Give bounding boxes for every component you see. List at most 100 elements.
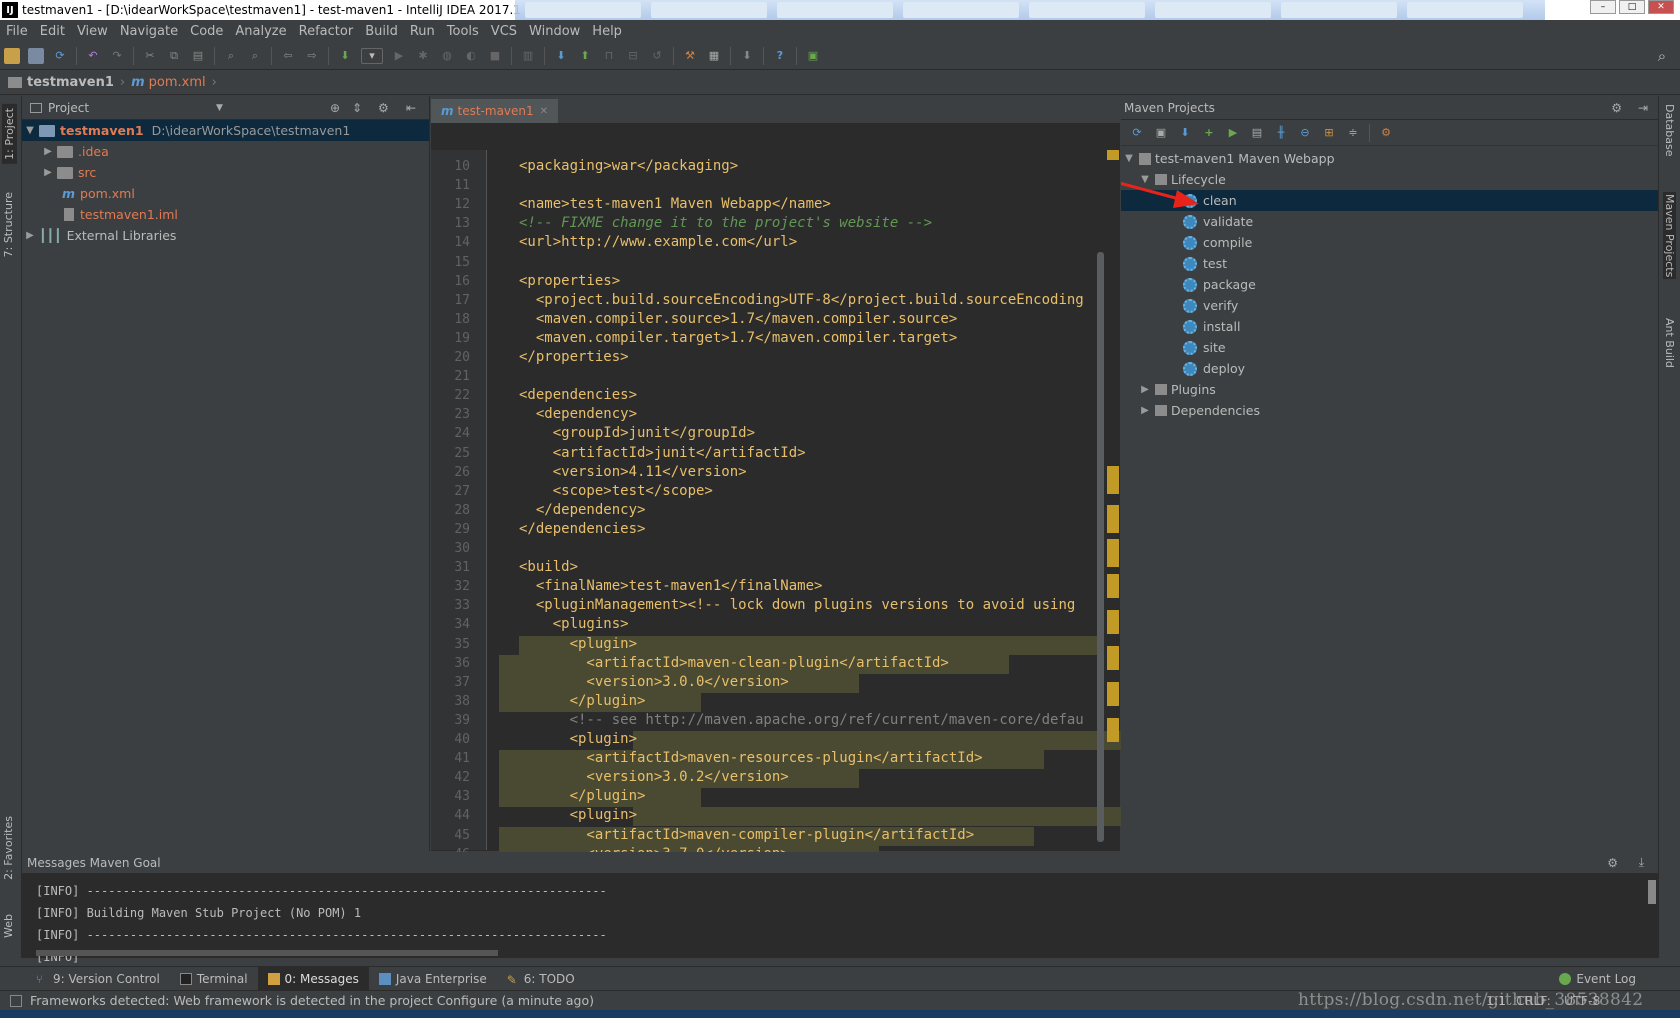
open-folder-icon[interactable] (4, 47, 20, 64)
maven-dependencies-node[interactable]: ▶ Dependencies (1121, 400, 1658, 421)
sdk-icon[interactable]: ⬇ (739, 48, 755, 64)
tree-root[interactable]: ▼ testmaven1 D:\idearWorkSpace\testmaven… (22, 120, 429, 141)
tool-tab-structure[interactable]: 7: Structure (2, 192, 15, 257)
maven-project-node[interactable]: ▼ test-maven1 Maven Webapp (1121, 148, 1658, 169)
breadcrumb-project[interactable]: testmaven1 (27, 75, 114, 90)
code-line[interactable]: <groupId>junit</groupId> (519, 425, 755, 441)
locate-icon[interactable]: ⊕ (330, 101, 340, 115)
maven-goal-package[interactable]: package (1121, 274, 1658, 295)
messages-hscrollbar[interactable] (36, 950, 498, 956)
expanded-arrow-icon[interactable]: ▼ (1123, 153, 1135, 164)
collapsed-arrow-icon[interactable]: ▶ (42, 146, 54, 157)
close-window-button[interactable]: ✕ (1648, 0, 1674, 14)
code-line[interactable]: <pluginManagement><!-- lock down plugins… (519, 597, 1075, 613)
menu-vcs[interactable]: VCS (491, 24, 517, 39)
maven-goal-clean[interactable]: clean (1121, 190, 1658, 211)
cut-icon[interactable]: ✂ (142, 48, 158, 64)
code-line[interactable]: <version>3.0.2</version> (519, 769, 788, 785)
copy-icon[interactable]: ⧉ (166, 48, 182, 64)
code-line[interactable]: <url>http://www.example.com</url> (519, 234, 797, 250)
plugin-icon[interactable]: ▣ (805, 48, 821, 64)
show-dependencies-icon[interactable]: ⊞ (1321, 125, 1337, 141)
code-line[interactable]: <scope>test</scope> (519, 483, 713, 499)
maven-goal-install[interactable]: install (1121, 316, 1658, 337)
collapse-all-icon[interactable]: ≑ (1345, 125, 1361, 141)
back-icon[interactable]: ⇦ (280, 48, 296, 64)
replace-icon[interactable]: ⌕ (247, 48, 263, 64)
breadcrumb-file[interactable]: pom.xml (149, 75, 206, 90)
settings-icon[interactable]: ⚒ (682, 48, 698, 64)
tab-version-control[interactable]: ⑂ 9: Version Control (26, 967, 170, 991)
tool-tab-database[interactable]: Database (1663, 104, 1676, 157)
reimport-icon[interactable]: ⟳ (1129, 125, 1145, 141)
collapsed-arrow-icon[interactable]: ▶ (1139, 405, 1151, 416)
change-marker[interactable] (1107, 682, 1119, 706)
code-line[interactable]: <artifactId>junit</artifactId> (519, 445, 806, 461)
maven-goal-compile[interactable]: compile (1121, 232, 1658, 253)
tab-messages[interactable]: 0: Messages (257, 966, 369, 991)
menu-refactor[interactable]: Refactor (299, 24, 354, 39)
change-marker[interactable] (1107, 539, 1119, 567)
collapsed-arrow-icon[interactable]: ▶ (1139, 384, 1151, 395)
hide-icon[interactable]: ⤓ (1639, 855, 1644, 870)
coverage-report-icon[interactable]: ▥ (520, 48, 536, 64)
toggle-offline-icon[interactable]: ╫ (1273, 125, 1289, 141)
add-icon[interactable]: + (1201, 125, 1217, 141)
event-log-button[interactable]: Event Log (1549, 967, 1646, 991)
code-line[interactable]: <dependency> (519, 406, 637, 422)
run-config-icon[interactable]: ▤ (1249, 125, 1265, 141)
menu-view[interactable]: View (77, 24, 108, 39)
tree-item-src[interactable]: ▶ src (22, 162, 429, 183)
run-config-dropdown[interactable]: ▾ (361, 47, 383, 64)
status-message[interactable]: Frameworks detected: Web framework is de… (30, 993, 594, 1008)
maven-settings-icon[interactable]: ⚙ (1378, 125, 1394, 141)
code-line[interactable]: </dependencies> (519, 521, 645, 537)
menu-window[interactable]: Window (529, 24, 580, 39)
code-line[interactable]: <dependencies> (519, 387, 637, 403)
tool-tab-web[interactable]: Web (2, 914, 15, 938)
collapsed-arrow-icon[interactable]: ▶ (24, 230, 36, 241)
vcs-revert-icon[interactable]: ↺ (649, 48, 665, 64)
change-marker[interactable] (1107, 646, 1119, 670)
debug-icon[interactable]: ✱ (415, 48, 431, 64)
menu-build[interactable]: Build (365, 24, 398, 39)
vcs-update-icon[interactable]: ⬇ (553, 48, 569, 64)
expanded-arrow-icon[interactable]: ▼ (24, 125, 36, 136)
code-line[interactable]: <maven.compiler.target>1.7</maven.compil… (519, 330, 957, 346)
maven-goal-verify[interactable]: verify (1121, 295, 1658, 316)
hide-icon[interactable]: ⇥ (1638, 101, 1648, 115)
gear-icon[interactable]: ⚙ (1611, 101, 1622, 115)
build-icon[interactable]: ⬇ (337, 48, 353, 64)
project-structure-icon[interactable]: ▦ (706, 48, 722, 64)
collapse-icon[interactable]: ⇕ (352, 101, 362, 115)
tree-item-pom[interactable]: m pom.xml (22, 183, 429, 204)
code-line[interactable]: <project.build.sourceEncoding>UTF-8</pro… (519, 292, 1084, 308)
code-line[interactable]: <build> (519, 559, 578, 575)
download-icon[interactable]: ⬇ (1177, 125, 1193, 141)
menu-help[interactable]: Help (592, 24, 622, 39)
change-marker[interactable] (1107, 574, 1119, 598)
maven-goal-deploy[interactable]: deploy (1121, 358, 1658, 379)
code-line[interactable]: <version>4.11</version> (519, 464, 747, 480)
minimize-button[interactable]: – (1590, 0, 1616, 14)
code-line[interactable]: <!-- FIXME change it to the project's we… (519, 215, 932, 231)
vertical-scrollbar[interactable] (1097, 252, 1104, 842)
maven-plugins-node[interactable]: ▶ Plugins (1121, 379, 1658, 400)
messages-scrollbar[interactable] (1648, 880, 1656, 904)
tool-tab-ant[interactable]: Ant Build (1663, 318, 1676, 368)
maven-goal-site[interactable]: site (1121, 337, 1658, 358)
menu-edit[interactable]: Edit (40, 24, 65, 39)
code-line[interactable]: </plugin> (519, 788, 646, 804)
code-line[interactable]: <finalName>test-maven1</finalName> (519, 578, 823, 594)
skip-tests-icon[interactable]: ⊖ (1297, 125, 1313, 141)
coverage-icon[interactable]: ◍ (439, 48, 455, 64)
code-line[interactable]: <plugin> (519, 807, 637, 823)
tool-tab-project[interactable]: 1: Project (2, 104, 17, 164)
menu-tools[interactable]: Tools (447, 24, 479, 39)
status-toggle-icon[interactable] (10, 994, 22, 1007)
redo-icon[interactable]: ↷ (109, 48, 125, 64)
tree-item-external-libraries[interactable]: ▶ ┃┃┃ External Libraries (22, 225, 429, 246)
run-icon[interactable]: ▶ (391, 48, 407, 64)
maven-goal-validate[interactable]: validate (1121, 211, 1658, 232)
code-line[interactable]: <artifactId>maven-compiler-plugin</artif… (519, 827, 974, 843)
